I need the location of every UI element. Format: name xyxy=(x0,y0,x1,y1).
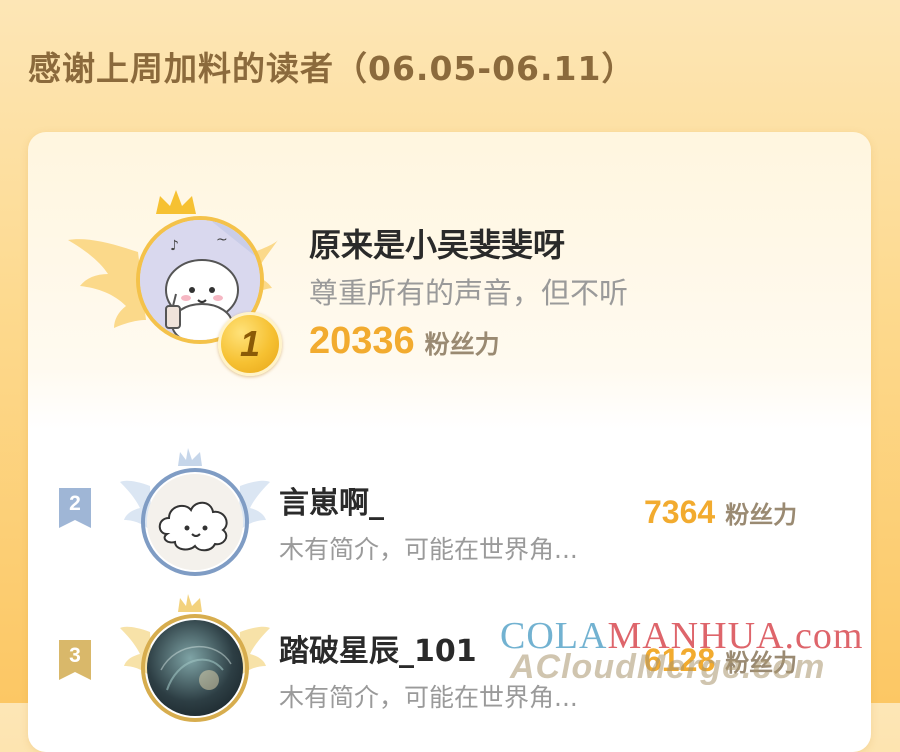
top-reader-bio: 尊重所有的声音，但不听 xyxy=(309,276,629,310)
reader-list-item[interactable]: 2 言崽啊_ 木有简介，可能在世界角... 7364 粉丝力 xyxy=(28,448,871,600)
reader-avatar-frame xyxy=(120,592,270,732)
svg-text:~: ~ xyxy=(216,232,228,248)
reader-name[interactable]: 踏破星辰_101 xyxy=(279,626,477,670)
cloud-face-avatar-icon xyxy=(147,474,243,570)
page-header-title: 感谢上周加料的读者（06.05-06.11） xyxy=(28,49,636,88)
reader-bio: 木有简介，可能在世界角... xyxy=(279,683,578,712)
reader-ranking-card: ♪ ~ 1 原来是小吴斐斐呀 尊重所有的声音，但不听 20336 粉丝力 2 言… xyxy=(28,132,871,752)
fan-power-value: 20336 xyxy=(309,320,415,362)
fan-power-value: 6128 xyxy=(644,642,716,678)
dark-swirl-avatar-icon xyxy=(160,645,232,691)
reader-avatar[interactable] xyxy=(147,620,243,716)
svg-text:♪: ♪ xyxy=(170,238,179,254)
top-reader-avatar-frame: ♪ ~ 1 xyxy=(68,182,282,382)
top-reader-name[interactable]: 原来是小吴斐斐呀 xyxy=(309,220,565,266)
fan-power-unit: 粉丝力 xyxy=(725,501,798,529)
reader-bio: 木有简介，可能在世界角... xyxy=(279,535,578,564)
reader-list-item[interactable]: 3 踏破星辰_101 木有简介，可能在世界角... 6128 粉丝力 xyxy=(28,594,871,748)
reader-score: 6128 粉丝力 xyxy=(644,642,797,679)
reader-score: 7364 粉丝力 xyxy=(644,494,797,531)
rank-2-tag: 2 xyxy=(59,488,91,528)
reader-avatar-frame xyxy=(120,446,270,586)
top-reader-score: 20336 粉丝力 xyxy=(309,320,500,363)
reader-avatar[interactable] xyxy=(147,474,243,570)
rank-3-tag: 3 xyxy=(59,640,91,680)
fan-power-unit: 粉丝力 xyxy=(424,330,500,359)
fan-power-unit: 粉丝力 xyxy=(725,649,798,677)
fan-power-value: 7364 xyxy=(644,494,716,530)
reader-name[interactable]: 言崽啊_ xyxy=(279,478,384,522)
rank-1-badge: 1 xyxy=(218,312,282,376)
